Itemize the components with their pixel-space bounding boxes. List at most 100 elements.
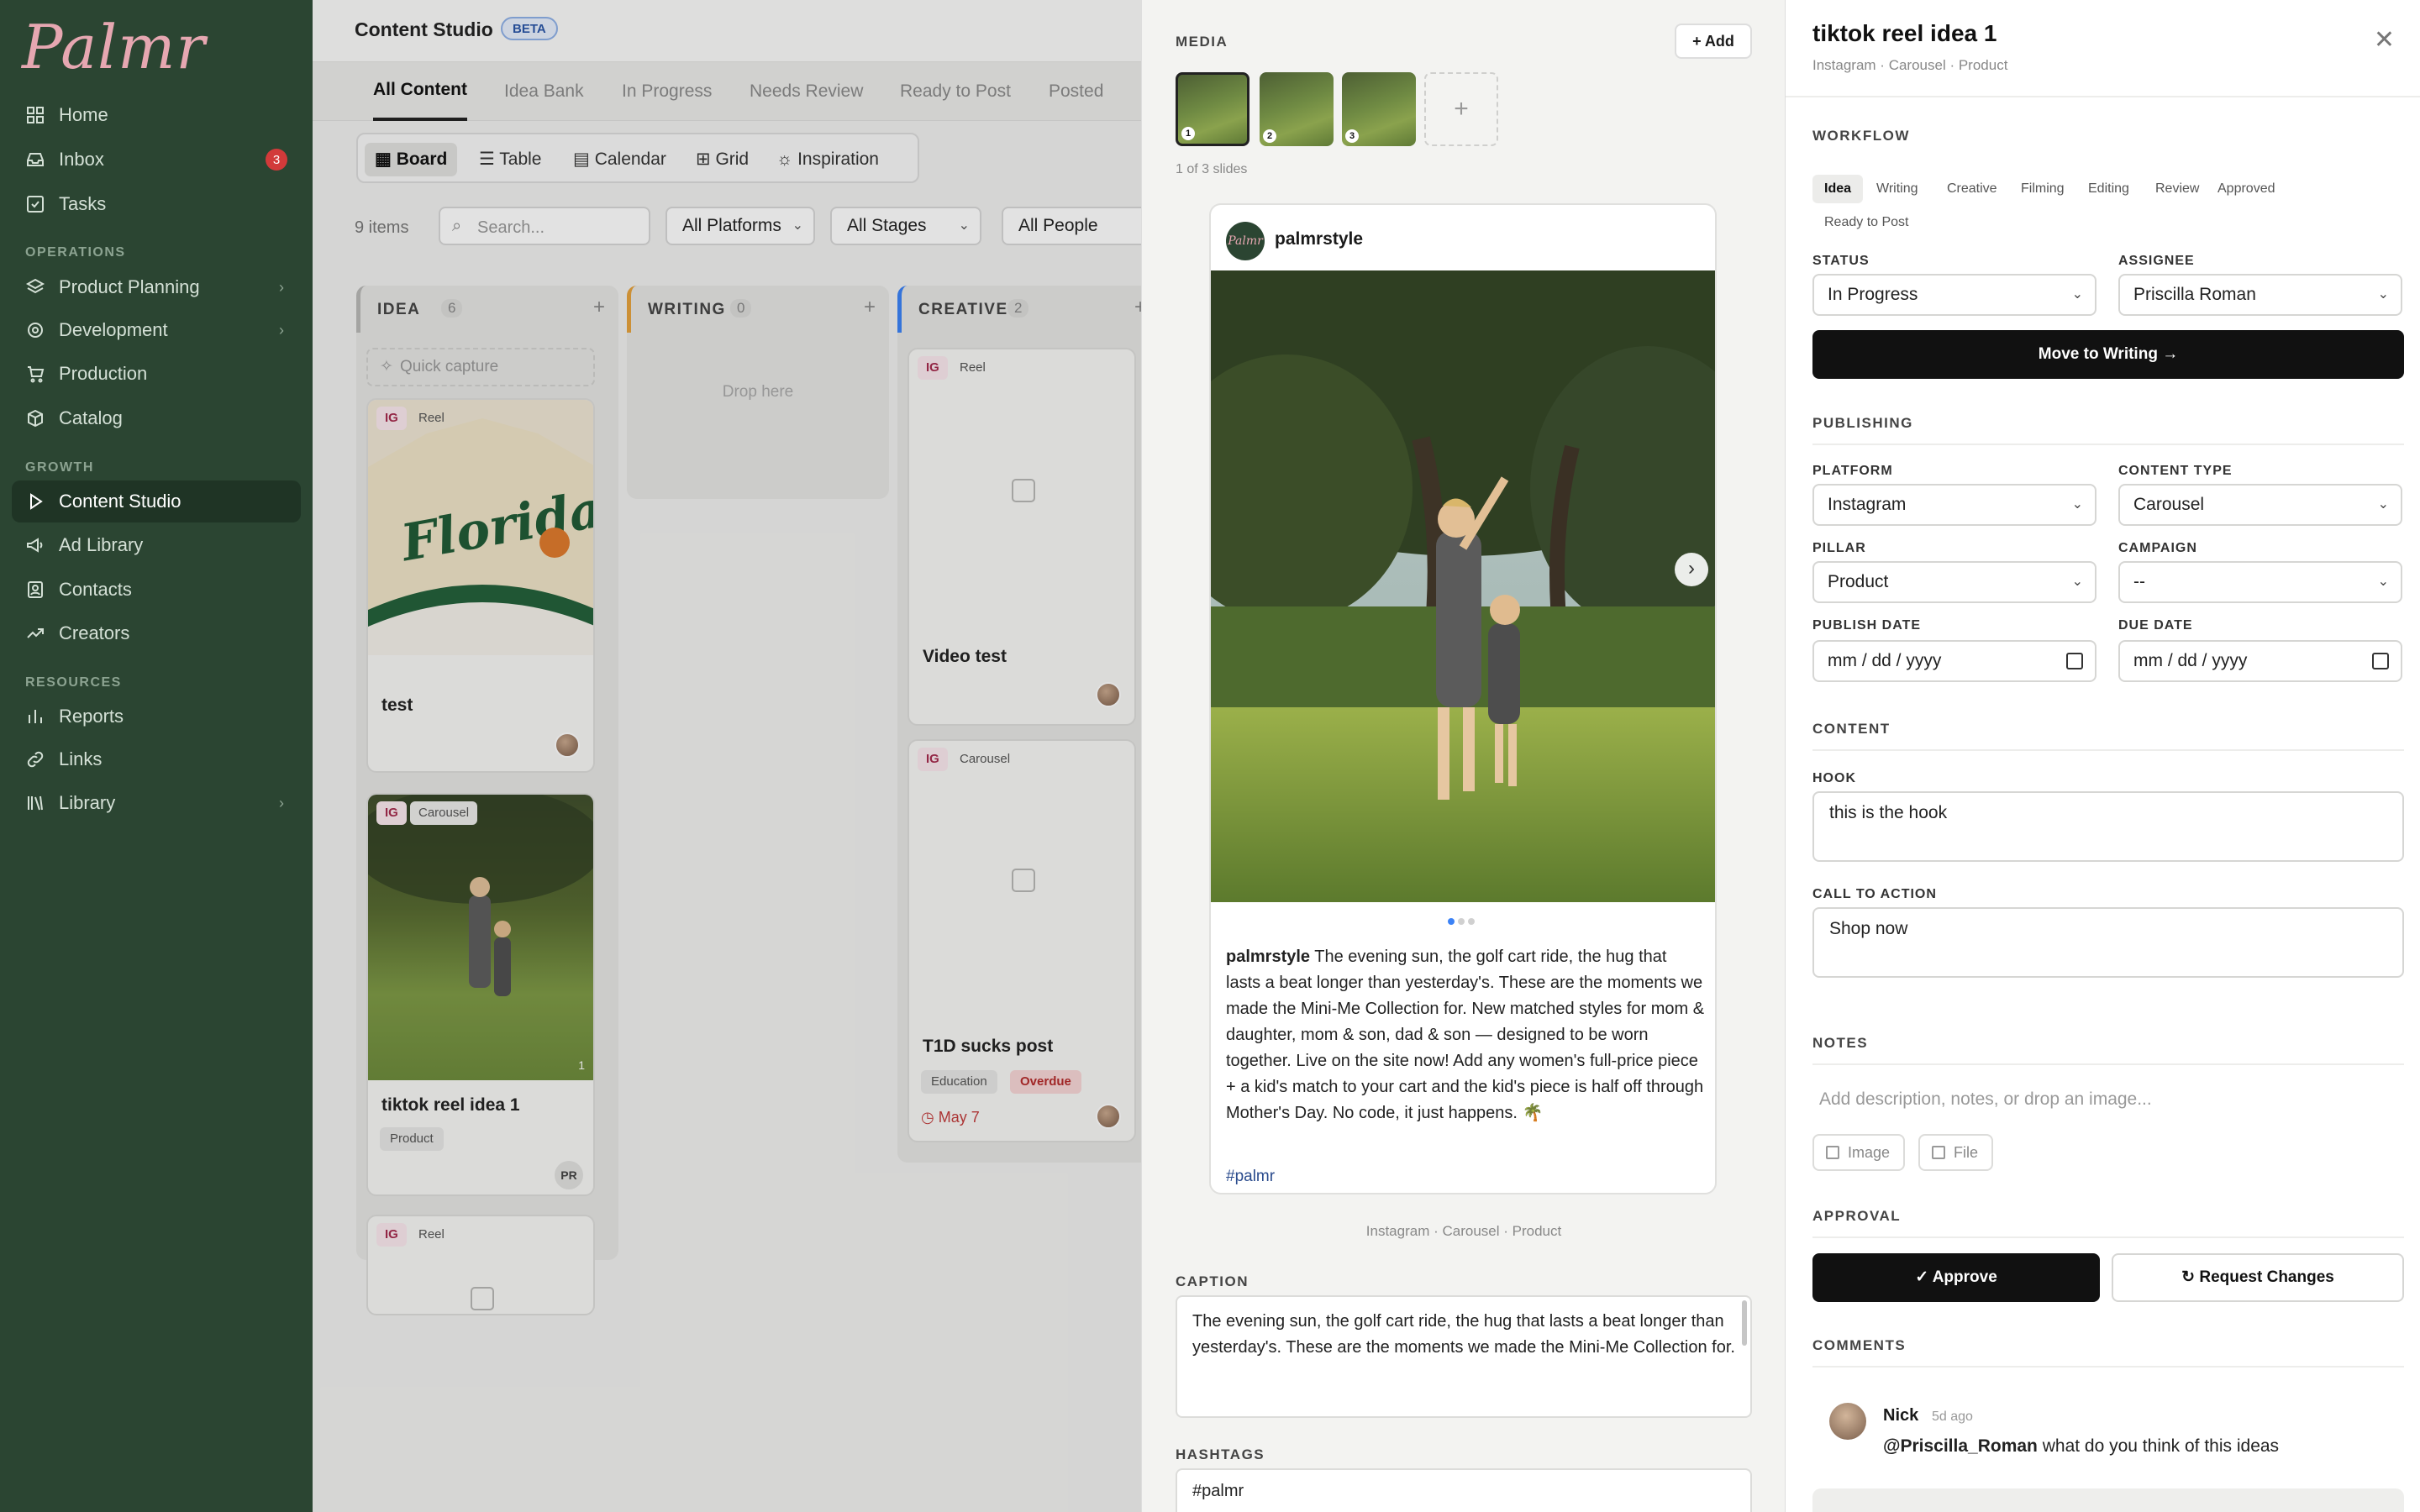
format-chip: Carousel [410,801,478,825]
sidebar-item-inbox[interactable]: Inbox 3 [12,139,301,181]
media-thumb-3[interactable]: 3 [1342,72,1416,146]
tab-all-content[interactable]: All Content [373,62,467,121]
platform-chip: IG [376,1223,407,1247]
content-type-select[interactable]: Carousel ⌄ [2118,484,2402,526]
media-thumb-2[interactable]: 2 [1260,72,1334,146]
card-title: Video test [923,647,1007,666]
search-input[interactable]: ⌕ Search... [439,207,650,245]
search-placeholder: Search... [477,218,545,237]
drop-zone[interactable]: Drop here [627,383,889,402]
view-board-button[interactable]: ▦ Board [365,143,458,176]
add-card-icon[interactable]: + [593,296,605,319]
contact-icon [25,580,45,600]
comment-input[interactable] [1812,1488,2404,1512]
caption-input[interactable]: The evening sun, the golf cart ride, the… [1176,1295,1752,1418]
tab-posted[interactable]: Posted [1049,62,1103,121]
sidebar-item-label: Library [59,792,116,813]
attach-image-button[interactable]: Image [1812,1134,1906,1171]
stage-writing[interactable]: Writing [1865,175,1930,203]
hook-input[interactable]: this is the hook [1812,791,2404,862]
add-media-button[interactable]: + Add [1675,24,1752,59]
card-test[interactable]: Florida IG Reel test [366,398,595,773]
caption-username: palmrstyle [1226,948,1311,966]
card-t1d-sucks-post[interactable]: IG Carousel T1D sucks post Education Ove… [908,739,1136,1142]
platform-select[interactable]: Instagram ⌄ [1812,484,2096,526]
view-inspiration-button[interactable]: ☼ Inspiration [766,143,889,176]
view-grid-button[interactable]: ⊞ Grid [686,143,759,176]
sidebar-item-product-planning[interactable]: Product Planning › [12,266,301,308]
comment-body: what do you think of this ideas [2037,1436,2280,1456]
comment-author: Nick [1883,1406,1919,1425]
sidebar-item-home[interactable]: Home [12,94,301,136]
sidebar-item-contacts[interactable]: Contacts [12,569,301,611]
notes-input[interactable]: Add description, notes, or drop an image… [1819,1089,2152,1110]
add-card-icon[interactable]: + [864,296,876,319]
campaign-select[interactable]: -- ⌄ [2118,561,2402,603]
calendar-icon[interactable] [2372,653,2389,669]
due-date-input[interactable]: mm / dd / yyyy [2118,640,2402,682]
stage-filming[interactable]: Filming [2009,175,2076,203]
attach-file-button[interactable]: File [1918,1134,1994,1171]
slide-count: 1 [578,1058,585,1072]
sidebar-item-ad-library[interactable]: Ad Library [12,524,301,566]
sidebar-item-tasks[interactable]: Tasks [12,183,301,225]
sidebar-item-catalog[interactable]: Catalog [12,397,301,439]
tab-idea-bank[interactable]: Idea Bank [504,62,584,121]
stage-filter[interactable]: All Stages ⌄ [830,207,981,245]
stage-creative[interactable]: Creative [1935,175,2009,203]
format-chip: Reel [960,360,986,375]
sidebar-item-production[interactable]: Production [12,353,301,395]
status-select[interactable]: In Progress ⌄ [1812,274,2096,316]
card-title: tiktok reel idea 1 [381,1095,520,1115]
next-slide-button[interactable]: › [1675,553,1708,586]
stage-approved[interactable]: Approved [2206,175,2287,203]
publishing-label: PUBLISHING [1812,415,1913,431]
pillar-tag: Education [921,1070,997,1094]
stage-idea[interactable]: Idea [1812,175,1864,203]
people-filter[interactable]: All People [1002,207,1141,245]
chevron-down-icon: ⌄ [2377,575,2389,589]
sidebar-item-links[interactable]: Links [12,738,301,780]
sidebar-item-development[interactable]: Development › [12,309,301,351]
stage-editing[interactable]: Editing [2076,175,2141,203]
platform-filter[interactable]: All Platforms ⌄ [666,207,815,245]
assignee-select[interactable]: Priscilla Roman ⌄ [2118,274,2402,316]
tab-ready-to-post[interactable]: Ready to Post [900,62,1011,121]
comment-mention[interactable]: @Priscilla_Roman [1883,1436,2038,1456]
quick-capture-button[interactable]: ✧ Quick capture [366,348,595,386]
stage-review[interactable]: Review [2144,175,2211,203]
hashtags-input[interactable]: #palmr [1176,1468,1752,1512]
card-tiktok-reel-idea[interactable]: 1 IG Carousel tiktok reel idea 1 Product… [366,793,595,1196]
add-slide-button[interactable]: + [1424,72,1498,146]
pillar-select[interactable]: Product ⌄ [1812,561,2096,603]
move-to-writing-button[interactable]: Move to Writing → [1812,330,2404,379]
card-video-test[interactable]: IG Reel Video test [908,348,1136,726]
media-thumb-1[interactable]: 1 [1176,72,1249,146]
palmr-logo[interactable]: Palmr [22,12,206,82]
view-table-button[interactable]: ☰ Table [469,143,551,176]
view-label: Grid [715,150,750,169]
sidebar-item-library[interactable]: Library › [12,782,301,824]
add-card-icon[interactable]: + [1134,296,1141,319]
close-icon[interactable]: ✕ [2374,25,2395,55]
approve-button[interactable]: ✓ Approve [1812,1253,2100,1302]
divider [1812,1366,2404,1368]
sidebar-item-reports[interactable]: Reports [12,696,301,738]
request-changes-button[interactable]: ↻ Request Changes [2112,1253,2404,1302]
tab-needs-review[interactable]: Needs Review [750,62,863,121]
tab-in-progress[interactable]: In Progress [622,62,712,121]
column-writing: WRITING 0 + Drop here [627,286,889,499]
slide-dots [1448,914,1478,929]
sidebar-item-content-studio[interactable]: Content Studio [12,480,301,522]
platform-chip: IG [376,801,407,825]
view-calendar-button[interactable]: ▤ Calendar [563,143,676,176]
card-reel[interactable]: IG Reel [366,1215,595,1315]
sidebar-item-creators[interactable]: Creators [12,612,301,654]
caption-scrollbar[interactable] [1742,1300,1747,1346]
publish-date-input[interactable]: mm / dd / yyyy [1812,640,2096,682]
main-header: Content Studio BETA [313,0,1141,62]
post-hashtag[interactable]: #palmr [1226,1168,1275,1186]
stage-ready-to-post[interactable]: Ready to Post [1812,208,1921,237]
cta-input[interactable]: Shop now [1812,907,2404,978]
calendar-icon[interactable] [2066,653,2083,669]
